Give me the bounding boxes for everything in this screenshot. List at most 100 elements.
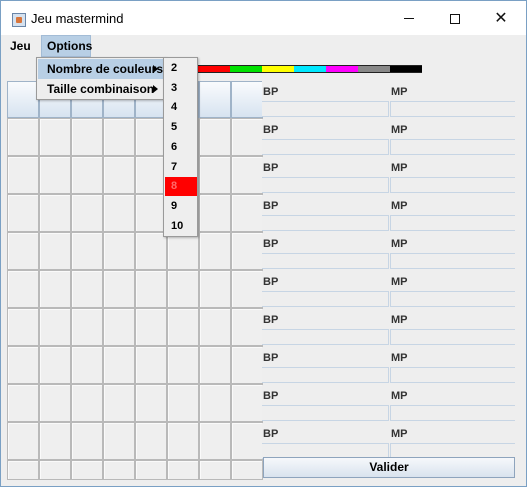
feedback-row: BP MP bbox=[262, 119, 515, 156]
peg-slot[interactable] bbox=[7, 346, 39, 384]
peg-slot[interactable] bbox=[231, 232, 263, 270]
app-window: Jeu mastermind ✕ Jeu Options BP MP BP MP BP M… bbox=[0, 0, 527, 487]
peg-slot[interactable] bbox=[199, 232, 231, 270]
peg-slot[interactable] bbox=[71, 422, 103, 460]
peg-slot[interactable] bbox=[71, 346, 103, 384]
peg-slot[interactable] bbox=[39, 270, 71, 308]
peg-slot[interactable] bbox=[167, 232, 199, 270]
peg-slot[interactable] bbox=[71, 308, 103, 346]
peg-slot[interactable] bbox=[199, 194, 231, 232]
peg-slot[interactable] bbox=[103, 308, 135, 346]
peg-slot[interactable] bbox=[231, 460, 263, 480]
peg-slot[interactable] bbox=[7, 270, 39, 308]
peg-slot[interactable] bbox=[7, 118, 39, 156]
peg-slot[interactable] bbox=[71, 460, 103, 480]
peg-slot[interactable] bbox=[199, 346, 231, 384]
peg-slot[interactable] bbox=[103, 422, 135, 460]
peg-slot[interactable] bbox=[199, 460, 231, 480]
peg-slot[interactable] bbox=[167, 460, 199, 480]
peg-slot[interactable] bbox=[39, 384, 71, 422]
peg-slot[interactable] bbox=[167, 346, 199, 384]
peg-slot[interactable] bbox=[135, 346, 167, 384]
menu-item-nombre-couleurs[interactable]: Nombre de couleurs bbox=[38, 59, 164, 79]
peg-slot[interactable] bbox=[7, 156, 39, 194]
peg-slot[interactable] bbox=[199, 156, 231, 194]
peg-slot[interactable] bbox=[71, 232, 103, 270]
peg-slot[interactable] bbox=[71, 270, 103, 308]
peg-slot[interactable] bbox=[167, 422, 199, 460]
mp-label: MP bbox=[391, 200, 408, 212]
peg-slot[interactable] bbox=[135, 308, 167, 346]
close-button[interactable]: ✕ bbox=[478, 1, 524, 35]
peg-slot[interactable] bbox=[231, 270, 263, 308]
peg-slot[interactable] bbox=[199, 270, 231, 308]
submenu-item-3[interactable]: 3 bbox=[165, 79, 197, 98]
peg-slot[interactable] bbox=[103, 460, 135, 480]
peg-slot[interactable] bbox=[135, 232, 167, 270]
submenu-item-4[interactable]: 4 bbox=[165, 98, 197, 117]
submenu-item-10[interactable]: 10 bbox=[165, 217, 197, 236]
peg-slot[interactable] bbox=[39, 308, 71, 346]
feedback-labels: BP MP bbox=[262, 271, 515, 291]
peg-slot[interactable] bbox=[231, 118, 263, 156]
peg-slot[interactable] bbox=[103, 118, 135, 156]
peg-slot[interactable] bbox=[39, 232, 71, 270]
peg-slot[interactable] bbox=[7, 194, 39, 232]
peg-slot[interactable] bbox=[39, 156, 71, 194]
submenu-item-7[interactable]: 7 bbox=[165, 158, 197, 177]
submenu-item-6[interactable]: 6 bbox=[165, 138, 197, 157]
peg-slot[interactable] bbox=[231, 156, 263, 194]
peg-slot[interactable] bbox=[39, 118, 71, 156]
peg-slot[interactable] bbox=[7, 460, 39, 480]
bp-value-field bbox=[262, 291, 389, 307]
peg-slot[interactable] bbox=[7, 308, 39, 346]
peg-slot[interactable] bbox=[167, 384, 199, 422]
java-app-icon bbox=[12, 13, 26, 27]
peg-slot[interactable] bbox=[103, 346, 135, 384]
peg-slot[interactable] bbox=[71, 194, 103, 232]
peg-slot[interactable] bbox=[7, 232, 39, 270]
peg-slot[interactable] bbox=[231, 384, 263, 422]
peg-slot[interactable] bbox=[71, 118, 103, 156]
peg-slot[interactable] bbox=[199, 118, 231, 156]
palette-color-swatch bbox=[390, 66, 422, 72]
peg-slot[interactable] bbox=[7, 422, 39, 460]
submenu-item-8[interactable]: 8 bbox=[165, 177, 197, 197]
minimize-button[interactable] bbox=[386, 1, 432, 35]
validate-button[interactable]: Valider bbox=[263, 457, 515, 478]
submenu-item-5[interactable]: 5 bbox=[165, 118, 197, 137]
feedback-labels: BP MP bbox=[262, 195, 515, 215]
peg-slot[interactable] bbox=[71, 384, 103, 422]
peg-slot[interactable] bbox=[71, 156, 103, 194]
peg-slot[interactable] bbox=[103, 232, 135, 270]
peg-slot[interactable] bbox=[39, 346, 71, 384]
peg-slot[interactable] bbox=[231, 308, 263, 346]
peg-slot[interactable] bbox=[167, 308, 199, 346]
maximize-button[interactable] bbox=[432, 1, 478, 35]
menu-item-taille-combinaison[interactable]: Taille combinaison bbox=[38, 79, 164, 99]
peg-slot[interactable] bbox=[39, 194, 71, 232]
peg-slot[interactable] bbox=[39, 460, 71, 480]
peg-slot[interactable] bbox=[231, 346, 263, 384]
peg-slot[interactable] bbox=[103, 156, 135, 194]
palette-color-swatch bbox=[230, 66, 262, 72]
peg-slot[interactable] bbox=[135, 384, 167, 422]
peg-slot[interactable] bbox=[199, 384, 231, 422]
peg-slot[interactable] bbox=[199, 308, 231, 346]
peg-slot[interactable] bbox=[103, 270, 135, 308]
peg-slot[interactable] bbox=[167, 270, 199, 308]
peg-slot[interactable] bbox=[103, 384, 135, 422]
submenu-item-2[interactable]: 2 bbox=[165, 59, 197, 78]
submenu-item-9[interactable]: 9 bbox=[165, 197, 197, 216]
peg-slot[interactable] bbox=[135, 422, 167, 460]
peg-slot[interactable] bbox=[231, 422, 263, 460]
peg-slot[interactable] bbox=[135, 270, 167, 308]
menu-jeu[interactable]: Jeu bbox=[5, 35, 36, 57]
peg-slot[interactable] bbox=[231, 194, 263, 232]
peg-slot[interactable] bbox=[135, 460, 167, 480]
peg-slot[interactable] bbox=[7, 384, 39, 422]
peg-slot[interactable] bbox=[103, 194, 135, 232]
peg-slot[interactable] bbox=[39, 422, 71, 460]
menu-options[interactable]: Options bbox=[41, 35, 92, 57]
peg-slot[interactable] bbox=[199, 422, 231, 460]
